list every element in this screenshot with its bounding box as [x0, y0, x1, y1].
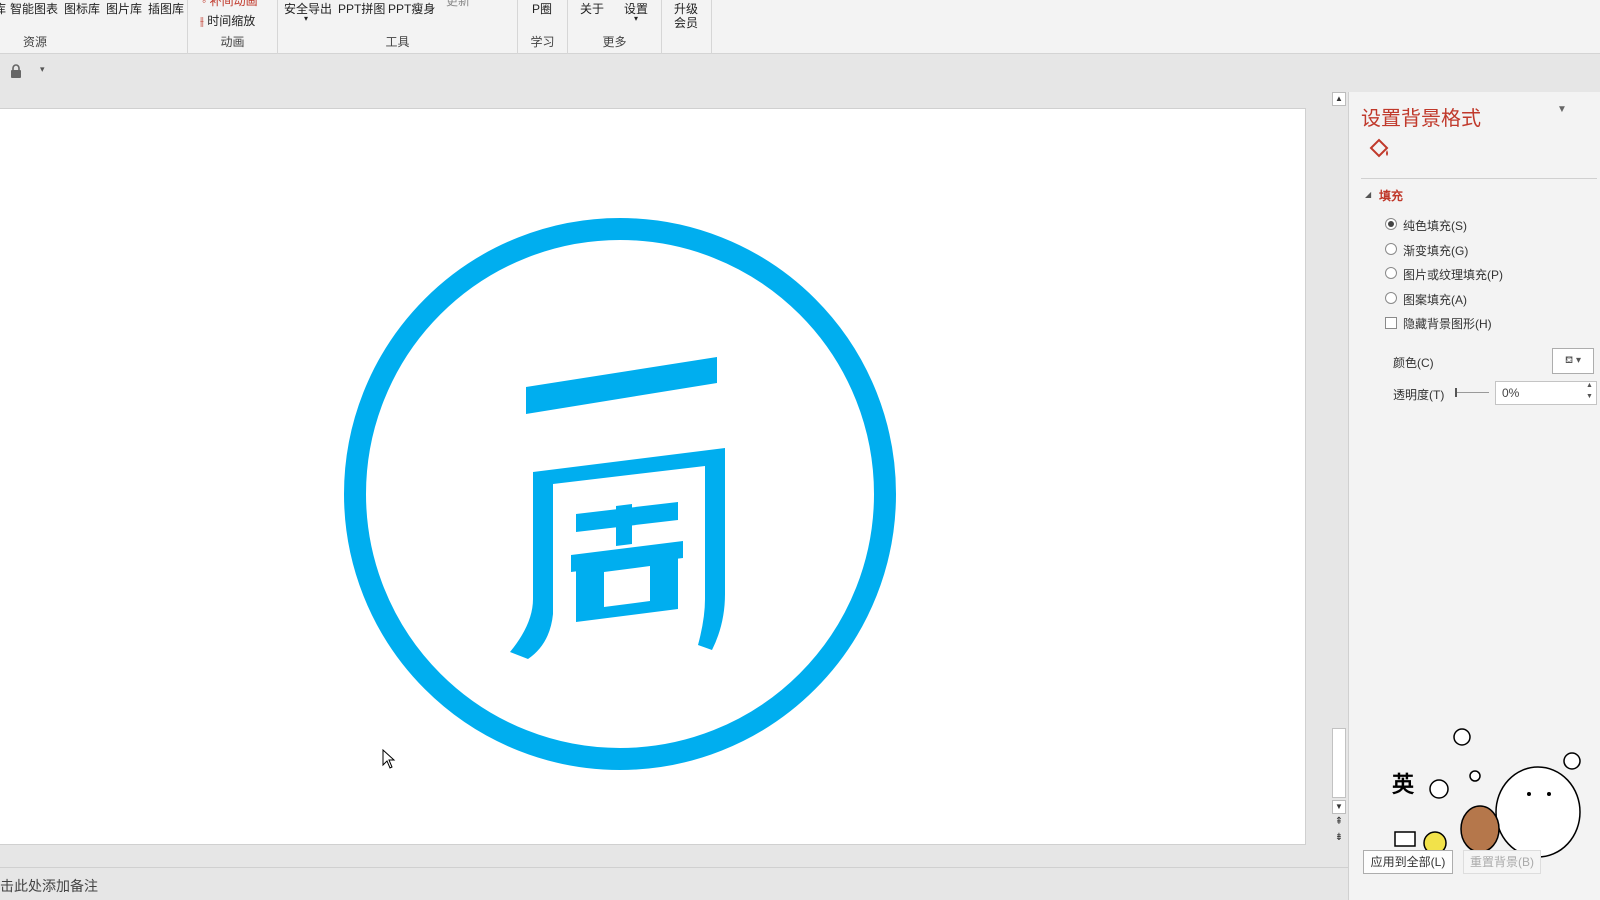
gradient-fill-label[interactable]: 渐变填充(G): [1403, 242, 1468, 259]
transparency-spinner-up-icon[interactable]: ▲: [1586, 382, 1593, 389]
next-slide-icon[interactable]: ⇟: [1332, 832, 1346, 843]
color-picker-button[interactable]: ⛾ ▾: [1552, 348, 1594, 374]
scroll-down-icon[interactable]: ▼: [1332, 800, 1346, 814]
fill-bucket-icon[interactable]: [1367, 136, 1391, 163]
group-animation: ◦ 补间动画 ⫲ 时间缩放 动画: [188, 0, 278, 54]
resource-item-0[interactable]: 库: [0, 0, 6, 17]
section-collapse-icon[interactable]: ◢: [1365, 190, 1371, 199]
upgrade-line2[interactable]: 会员: [674, 14, 698, 31]
slide-vertical-scrollbar[interactable]: ▲ ▼ ⇞ ⇟: [1331, 92, 1347, 852]
pane-tab-divider: [1361, 178, 1597, 179]
ribbon: 库 智能图表 图标库 图片库 插图库 资源 ◦ 补间动画 ⫲ 时间缩放 动画 安…: [0, 0, 1600, 54]
transparency-slider-handle[interactable]: [1455, 388, 1457, 397]
slide-canvas[interactable]: [0, 108, 1306, 845]
transparency-spinner-down-icon[interactable]: ▼: [1586, 393, 1593, 400]
zhou-logo: [344, 218, 896, 770]
solid-fill-radio[interactable]: [1385, 218, 1397, 230]
group-upgrade: 升级 会员: [662, 0, 712, 54]
apply-to-all-button[interactable]: 应用到全部(L): [1363, 850, 1453, 874]
settings-dropdown-icon[interactable]: ▾: [634, 14, 638, 23]
lock-icon[interactable]: [10, 64, 22, 78]
gradient-fill-radio[interactable]: [1385, 243, 1397, 255]
tween-icon: ◦: [202, 0, 207, 8]
illustration-library-button[interactable]: 插图库: [148, 0, 184, 17]
time-scale-button[interactable]: ⫲ 时间缩放: [200, 12, 255, 29]
transparency-label: 透明度(T): [1393, 388, 1445, 402]
group-label-more: 更多: [602, 35, 627, 49]
time-scale-icon: ⫲: [200, 14, 204, 28]
about-button[interactable]: 关于: [580, 0, 604, 17]
ppt-collage-button[interactable]: PPT拼图: [338, 0, 385, 17]
color-label: 颜色(C): [1393, 356, 1434, 370]
paint-bucket-icon: ⛾: [1565, 355, 1574, 366]
group-resources: 库 智能图表 图标库 图片库 插图库 资源: [0, 0, 188, 54]
hide-bg-checkbox[interactable]: [1385, 317, 1397, 329]
hide-bg-label[interactable]: 隐藏背景图形(H): [1403, 315, 1492, 332]
sticker-glyph: 英: [1392, 773, 1415, 798]
p-circle-button[interactable]: P圈: [532, 0, 552, 17]
group-learn: P圈 学习: [518, 0, 568, 54]
reset-background-button[interactable]: 重置背景(B): [1463, 850, 1541, 874]
section-fill-label[interactable]: 填充: [1379, 187, 1403, 204]
group-label-resources: 资源: [22, 35, 47, 49]
image-library-button[interactable]: 图片库: [106, 0, 142, 17]
notes-area[interactable]: 单击此处添加备注: [0, 867, 1348, 900]
scroll-thumb[interactable]: [1332, 728, 1346, 798]
mouse-cursor-icon: [382, 748, 396, 772]
prev-slide-icon[interactable]: ⇞: [1332, 816, 1346, 827]
pane-options-dropdown-icon[interactable]: ▼: [1557, 104, 1567, 115]
solid-fill-label[interactable]: 纯色填充(S): [1403, 217, 1467, 234]
group-label-animation: 动画: [220, 35, 245, 49]
format-background-pane: 设置背景格式 ▼ ◢ 填充 纯色填充(S) 渐变填充(G) 图片或纹理填充(P)…: [1348, 92, 1600, 900]
group-more: 关于 设置 ▾ 更多: [568, 0, 662, 54]
scroll-up-icon[interactable]: ▲: [1332, 92, 1346, 106]
picture-fill-radio[interactable]: [1385, 267, 1397, 279]
icon-library-button[interactable]: 图标库: [64, 0, 100, 17]
smart-chart-button[interactable]: 智能图表: [10, 0, 58, 17]
safe-export-dropdown-icon[interactable]: ▾: [304, 14, 308, 23]
tween-animation-button[interactable]: ◦ 补间动画: [202, 0, 258, 9]
notes-placeholder: 单击此处添加备注: [0, 878, 98, 894]
ppt-slim-button[interactable]: PPT瘦身: [388, 0, 435, 17]
group-label-tools: 工具: [385, 35, 410, 49]
transparency-slider[interactable]: [1455, 392, 1489, 393]
pane-title: 设置背景格式: [1361, 108, 1481, 130]
picture-fill-label[interactable]: 图片或纹理填充(P): [1403, 266, 1503, 283]
group-label-learn: 学习: [530, 35, 555, 49]
customize-dropdown-icon[interactable]: ▾: [40, 64, 45, 75]
mascot-sticker: 英: [1379, 722, 1599, 865]
quick-access-bar: ▾: [0, 54, 1600, 92]
group-tools: 安全导出 ▾ PPT拼图 PPT瘦身 更新 工具: [278, 0, 518, 54]
update-button[interactable]: 更新: [446, 0, 470, 9]
pattern-fill-radio[interactable]: [1385, 292, 1397, 304]
pattern-fill-label[interactable]: 图案填充(A): [1403, 291, 1467, 308]
transparency-input[interactable]: 0%: [1495, 381, 1597, 405]
